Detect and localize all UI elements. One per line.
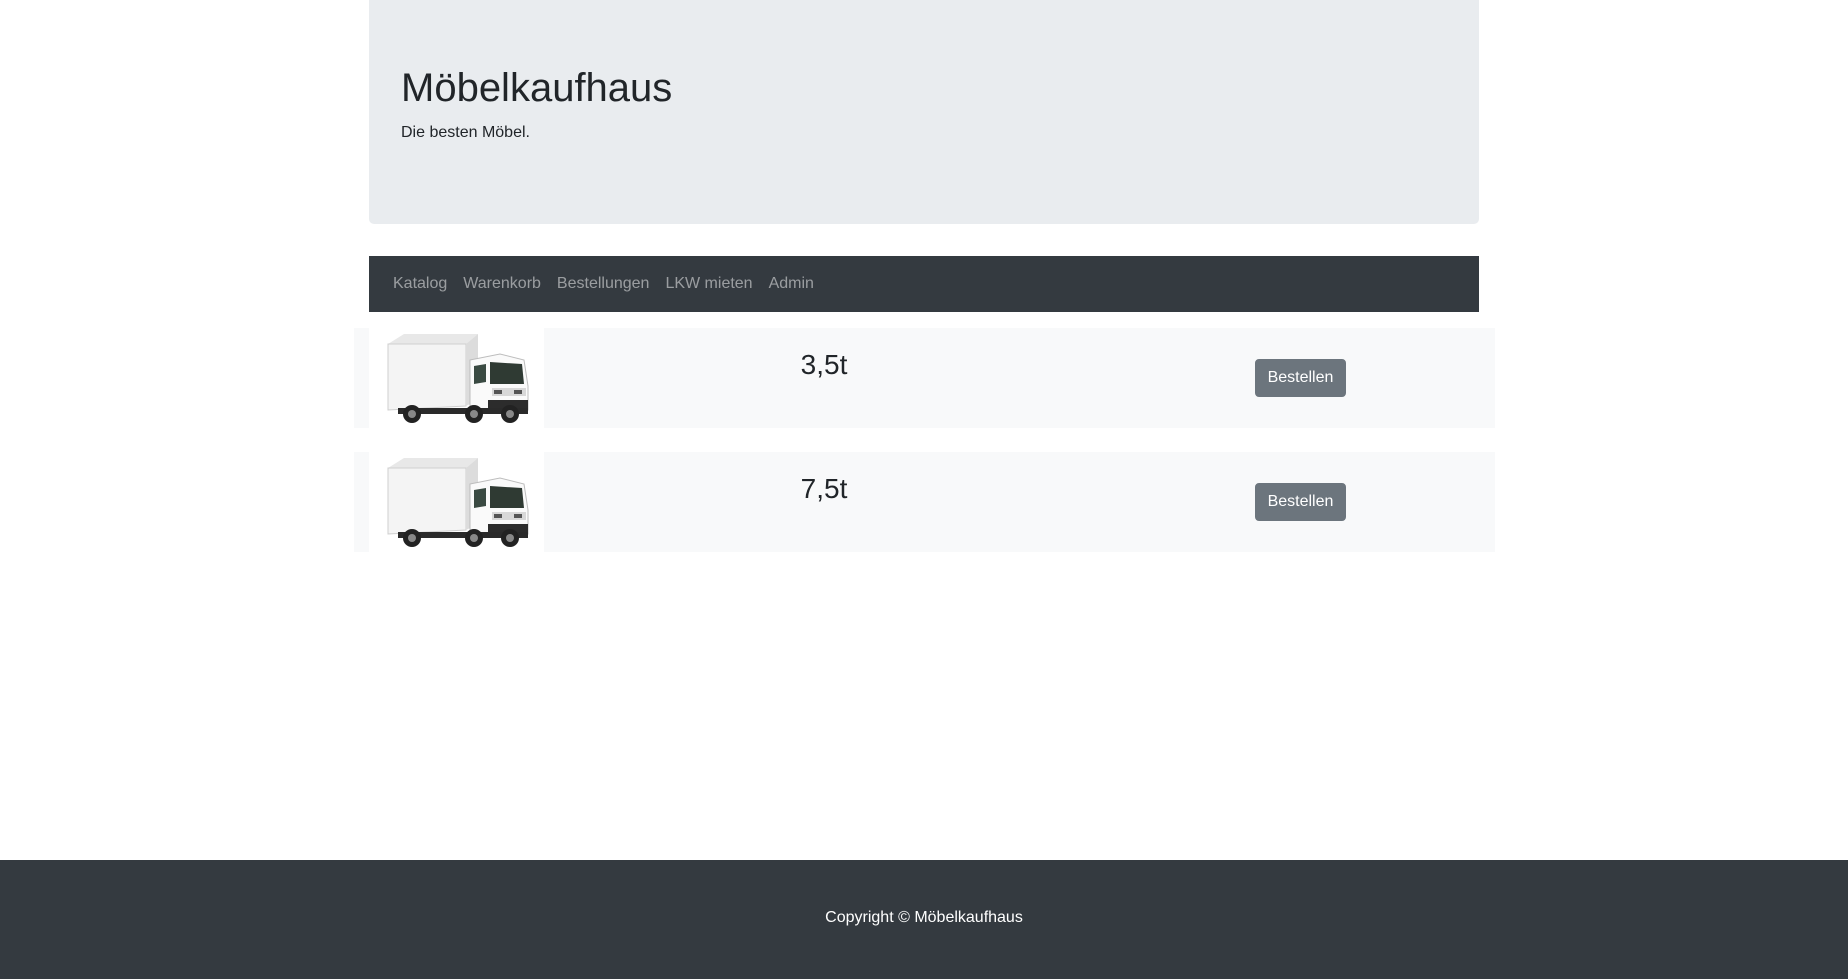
nav-link-lkw-mieten[interactable]: LKW mieten — [665, 275, 752, 293]
order-button[interactable]: Bestellen — [1255, 483, 1346, 521]
nav-link-warenkorb[interactable]: Warenkorb — [463, 275, 541, 293]
copyright-text: Copyright © Möbelkaufhaus — [825, 909, 1023, 926]
jumbotron-header: Möbelkaufhaus Die besten Möbel. — [369, 0, 1479, 224]
truck-image — [369, 452, 544, 552]
truck-row-7-5t: 7,5t Bestellen — [354, 452, 1495, 552]
truck-weight-label: 7,5t — [800, 473, 848, 504]
nav-link-katalog[interactable]: Katalog — [393, 275, 447, 293]
page-subtitle: Die besten Möbel. — [401, 124, 530, 141]
order-button[interactable]: Bestellen — [1255, 359, 1346, 397]
page-title: Möbelkaufhaus — [401, 66, 673, 110]
truck-image — [369, 328, 544, 428]
page-footer: Copyright © Möbelkaufhaus — [0, 860, 1848, 979]
truck-weight-label: 3,5t — [800, 349, 848, 380]
nav-link-admin[interactable]: Admin — [769, 275, 814, 293]
main-navbar: Katalog Warenkorb Bestellungen LKW miete… — [369, 256, 1479, 312]
truck-row-3-5t: 3,5t Bestellen — [354, 328, 1495, 428]
truck-icon — [387, 458, 528, 547]
truck-list: 3,5t Bestellen 7,5t Bestellen — [354, 328, 1495, 576]
truck-icon — [387, 334, 528, 423]
nav-link-bestellungen[interactable]: Bestellungen — [557, 275, 650, 293]
page: Möbelkaufhaus Die besten Möbel. Katalog … — [0, 0, 1848, 979]
